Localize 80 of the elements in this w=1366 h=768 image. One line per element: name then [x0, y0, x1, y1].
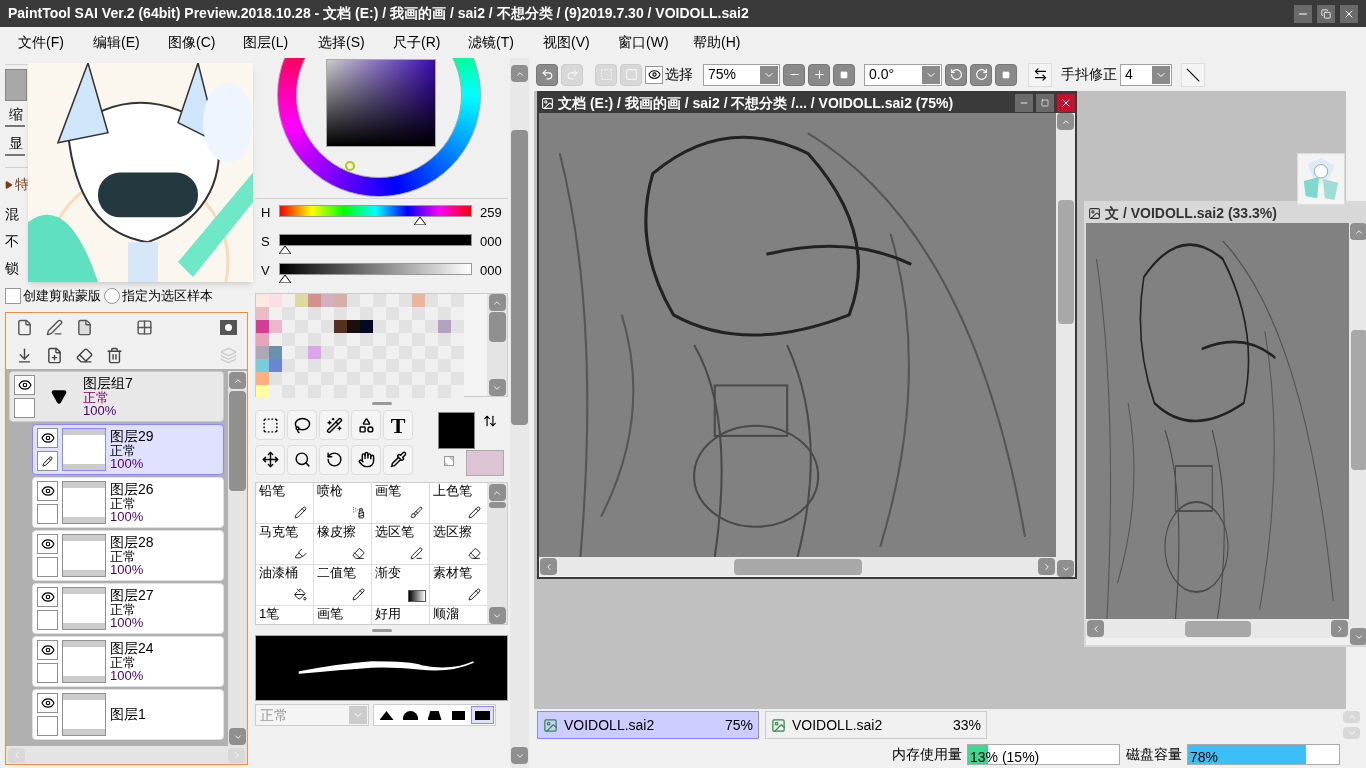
option-label: 创建剪贴蒙版 [23, 287, 101, 306]
property-label: 锁 [5, 259, 19, 278]
tool-button[interactable]: T [383, 410, 413, 440]
menu-item[interactable]: 尺子(R) [393, 32, 468, 53]
menu-item[interactable]: 滤镜(T) [468, 32, 543, 53]
stabilizer-label: 手抖修正 [1061, 65, 1117, 84]
zoom-select[interactable]: 75% [703, 63, 780, 86]
brush-slot[interactable]: 1笔 [256, 606, 313, 624]
menu-item[interactable]: 选择(S) [318, 32, 393, 53]
brush-slot[interactable]: 油漆桶 [256, 565, 313, 605]
layer-name: 图层28 [110, 535, 154, 550]
brush-slot[interactable]: 选区擦 [430, 524, 487, 564]
document-tab[interactable]: VOIDOLL.sai2 75% [537, 711, 759, 739]
property-label: 混 [5, 205, 19, 224]
blend-mode-label: 正常 [110, 603, 137, 616]
view-toggle-button[interactable]: 选择 [645, 64, 693, 85]
opacity-label: 100% [83, 404, 118, 417]
document-title: 文档 (E:) / 我画的画 / sai2 / 不想分类 /... / VOIDOLL.sai2 (75%) [558, 93, 955, 113]
layer-name: 图层1 [110, 707, 146, 722]
property-label: 显 [5, 133, 25, 156]
layer-name: 图层27 [110, 588, 154, 603]
brush-slot[interactable]: 好用 [372, 606, 429, 624]
opacity-label: 100% [110, 457, 145, 470]
brush-slot[interactable]: 渐变 [372, 565, 429, 605]
menu-item[interactable]: 图层(L) [243, 32, 318, 53]
slider-label: H [261, 205, 271, 221]
brush-slot[interactable]: 素材笔 [430, 565, 487, 605]
slider-value: 000 [480, 234, 502, 250]
menu-item[interactable]: 图像(C) [168, 32, 243, 53]
brush-slot[interactable]: 铅笔 [256, 483, 313, 523]
layer-row[interactable]: 图层26 正常 100% [32, 477, 224, 528]
opacity-label: 100% [110, 669, 145, 682]
slider-value: 259 [480, 205, 502, 221]
document-tab[interactable]: VOIDOLL.sai2 33% [765, 711, 987, 739]
window-title: PaintTool SAI Ver.2 (64bit) Preview.2018.10.28 - 文档 (E:) / 我画的画 / sai2 / 不想分类 / (9)2019.7.30 / VOIDOLL.sai2 [8, 4, 750, 23]
menu-item[interactable]: 窗口(W) [618, 32, 693, 53]
brush-slot[interactable]: 上色笔 [430, 483, 487, 523]
layer-row[interactable]: 图层24 正常 100% [32, 636, 224, 687]
section-title: 特 [15, 175, 29, 194]
layer-group-row[interactable]: 图层组7 正常 100% [9, 371, 224, 422]
stabilizer-select[interactable]: 4 [1120, 63, 1172, 86]
layer-name: 图层24 [110, 641, 154, 656]
blend-mode-label: 正常 [110, 497, 137, 510]
option-label: 指定为选区样本 [122, 287, 213, 306]
brush-slot[interactable]: 选区笔 [372, 524, 429, 564]
document-title: 文 / VOIDOLL.sai2 (33.3%) [1105, 203, 1278, 223]
property-label: 不 [5, 232, 19, 251]
menu-item[interactable]: 帮助(H) [693, 32, 768, 53]
opacity-label: 100% [110, 616, 145, 629]
blend-mode-label: 正常 [83, 391, 110, 404]
layer-row[interactable]: 图层27 正常 100% [32, 583, 224, 634]
brush-slot[interactable]: 二值笔 [314, 565, 371, 605]
opacity-label: 100% [110, 563, 145, 576]
brush-slot[interactable]: 喷枪 [314, 483, 371, 523]
property-label: 缩 [5, 104, 25, 127]
layer-row[interactable]: 图层29 正常 100% [32, 424, 224, 475]
brush-slot[interactable]: 画笔 [314, 606, 371, 624]
layer-name: 图层组7 [83, 376, 133, 391]
slider-label: V [261, 263, 271, 279]
menu-item[interactable]: 文件(F) [18, 32, 93, 53]
layer-name: 图层29 [110, 429, 154, 444]
slider-value: 000 [480, 263, 502, 279]
menu-item[interactable]: 视图(V) [543, 32, 618, 53]
layer-name: 图层26 [110, 482, 154, 497]
opacity-label: 100% [110, 510, 145, 523]
blend-mode-label: 正常 [110, 656, 137, 669]
memory-label: 内存使用量 [892, 745, 962, 764]
menu-item[interactable]: 编辑(E) [93, 32, 168, 53]
disk-label: 磁盘容量 [1126, 745, 1182, 764]
angle-select[interactable]: 0.0° [864, 63, 942, 86]
disk-reading: 78% [1189, 749, 1219, 765]
brush-slot[interactable]: 橡皮擦 [314, 524, 371, 564]
brush-slot[interactable]: 顺溜 [430, 606, 487, 624]
slider-label: S [261, 234, 271, 250]
blend-mode-label: 正常 [110, 444, 137, 457]
blend-mode-label: 正常 [110, 550, 137, 563]
layer-row[interactable]: 图层1 [32, 689, 224, 740]
brush-slot[interactable]: 画笔 [372, 483, 429, 523]
brush-slot[interactable]: 马克笔 [256, 524, 313, 564]
layer-row[interactable]: 图层28 正常 100% [32, 530, 224, 581]
